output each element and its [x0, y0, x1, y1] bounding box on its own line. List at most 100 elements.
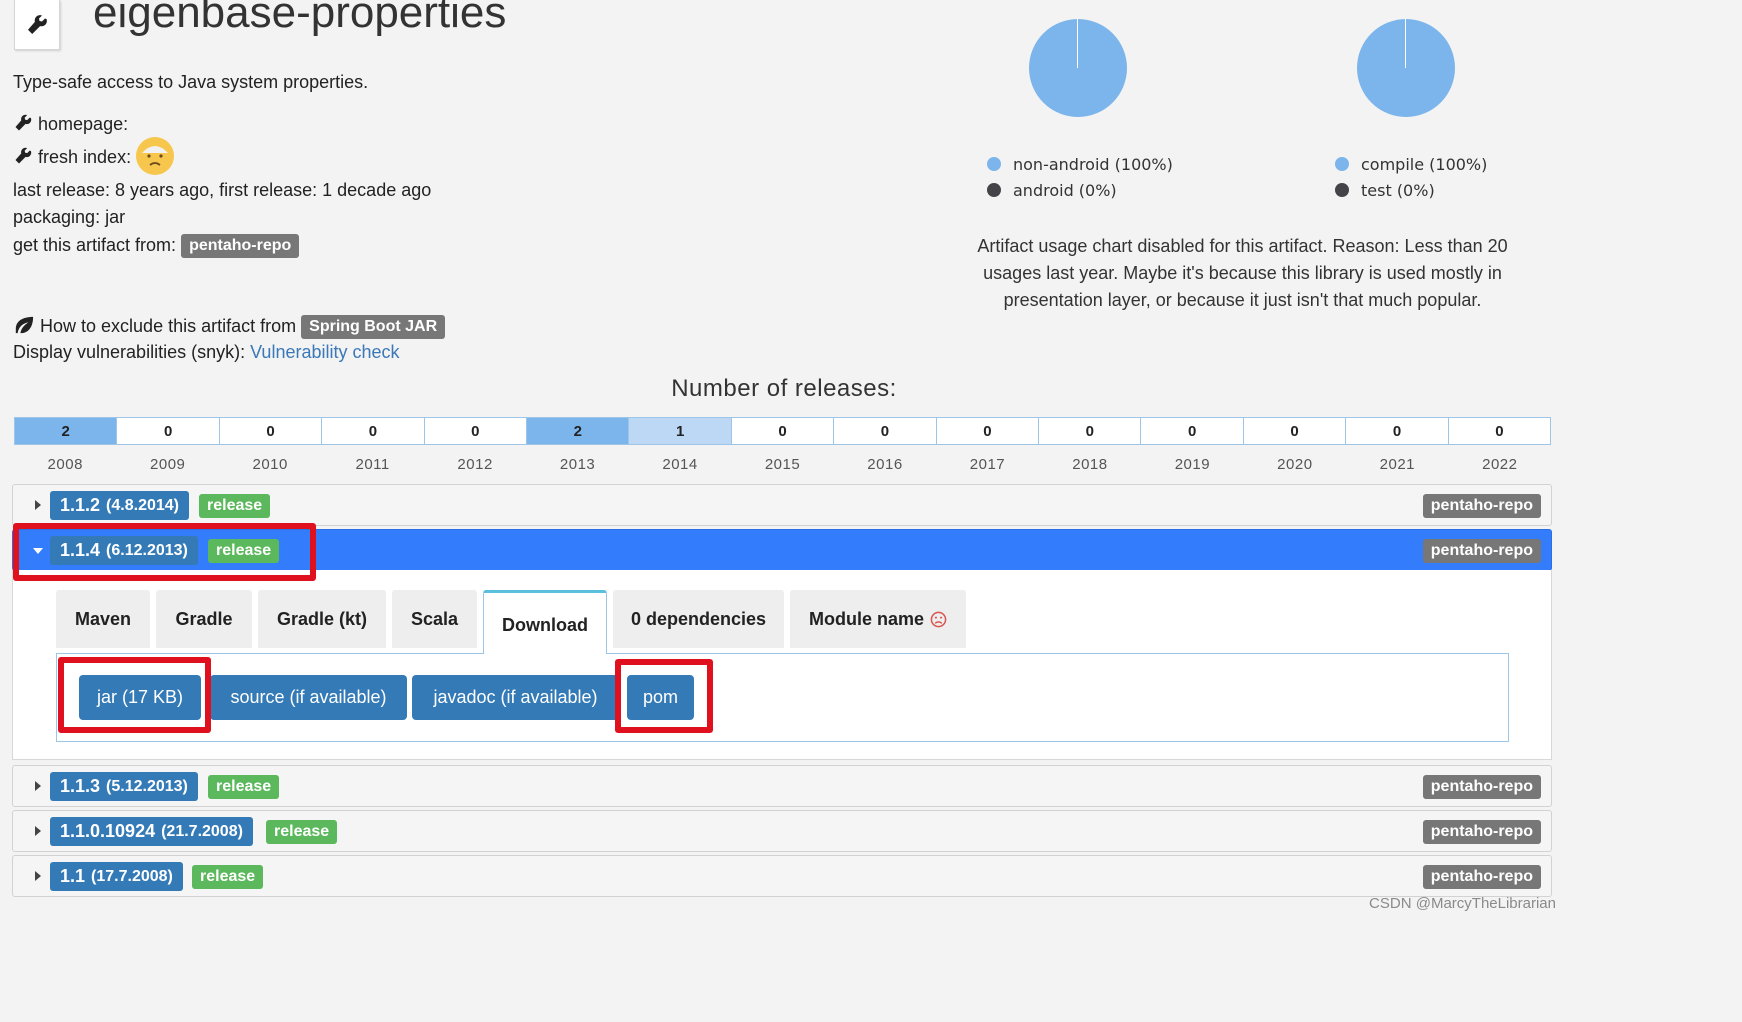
- caret-right-icon[interactable]: [35, 500, 41, 510]
- version-date: (5.12.2013): [106, 777, 188, 795]
- year-tick-label: 2011: [355, 456, 390, 473]
- release-badge: release: [192, 865, 264, 889]
- legend-label: android (0%): [1013, 181, 1117, 200]
- release-badge: release: [199, 494, 271, 518]
- repo-badge[interactable]: pentaho-repo: [1422, 539, 1541, 563]
- year-tick-label: 2010: [252, 456, 288, 473]
- artifact-description: Type-safe access to Java system properti…: [13, 72, 369, 92]
- tab-gradle[interactable]: Gradle: [156, 590, 252, 648]
- caret-right-icon[interactable]: [35, 871, 41, 881]
- version-number: 1.1: [60, 866, 86, 886]
- release-badge: release: [208, 775, 280, 799]
- version-row[interactable]: 1.1.3 (5.12.2013) release pentaho-repo: [12, 765, 1552, 807]
- pie-legend-item[interactable]: compile (100%): [1335, 155, 1487, 174]
- release-count-cell: 0: [1346, 418, 1449, 444]
- year-tick-label: 2008: [47, 456, 83, 473]
- exclude-label: How to exclude this artifact from: [40, 316, 297, 336]
- vulnerability-label: Display vulnerabilities (snyk):: [13, 342, 246, 362]
- year-tick-label: 2015: [764, 456, 801, 473]
- year-tick-label: 2012: [457, 456, 493, 473]
- version-row[interactable]: 1.1.2 (4.8.2014) release pentaho-repo: [12, 484, 1552, 526]
- version-number: 1.1.3: [60, 776, 101, 796]
- version-button[interactable]: 1.1.3 (5.12.2013): [50, 772, 198, 801]
- fresh-index-label: fresh index:: [38, 146, 132, 167]
- version-date: (4.8.2014): [106, 496, 179, 514]
- version-button[interactable]: 1.1.0.10924 (21.7.2008): [50, 817, 253, 846]
- download-source-button[interactable]: source (if available): [210, 675, 407, 720]
- artifact-file-icon: [14, 0, 60, 50]
- wrench-icon: [28, 14, 47, 34]
- usage-chart-note: Artifact usage chart disabled for this a…: [977, 236, 1508, 310]
- legend-dot: [987, 183, 1001, 197]
- release-count-cell: 0: [1039, 418, 1142, 444]
- version-row[interactable]: 1.1.0.10924 (21.7.2008) release pentaho-…: [12, 810, 1552, 852]
- tab-scala[interactable]: Scala: [392, 590, 477, 648]
- highlight-box: [615, 659, 713, 733]
- packaging-text: packaging: jar: [13, 207, 126, 227]
- spring-boot-badge[interactable]: Spring Boot JAR: [301, 315, 446, 340]
- vulnerability-check-link[interactable]: Vulnerability check: [250, 342, 399, 362]
- release-count-cell: 2: [15, 418, 118, 444]
- exclude-row: How to exclude this artifact from Spring…: [13, 315, 446, 340]
- caret-right-icon[interactable]: [35, 826, 41, 836]
- releases-chart-title: Number of releases:: [671, 375, 897, 402]
- repo-badge[interactable]: pentaho-repo: [1422, 775, 1541, 799]
- release-count-cell: 0: [1243, 418, 1347, 444]
- release-count-cell: 0: [1448, 418, 1551, 444]
- pie-legend-item[interactable]: android (0%): [987, 181, 1117, 200]
- year-tick-label: 2019: [1174, 456, 1211, 473]
- repo-badge[interactable]: pentaho-repo: [1422, 865, 1541, 889]
- release-count-cell: 2: [527, 418, 630, 444]
- repo-badge[interactable]: pentaho-repo: [1422, 494, 1541, 518]
- release-count-cell: 0: [1141, 418, 1244, 444]
- release-count-cell: 0: [424, 418, 528, 444]
- tab-dependencies[interactable]: 0 dependencies: [613, 590, 784, 648]
- releases-count-row: 200002100000000: [14, 417, 1551, 445]
- legend-label: compile (100%): [1361, 155, 1488, 174]
- release-count-cell: 0: [936, 418, 1040, 444]
- version-date: (21.7.2008): [161, 822, 243, 840]
- year-tick-label: 2020: [1277, 456, 1313, 473]
- year-tick-label: 2013: [559, 456, 596, 473]
- caret-right-icon[interactable]: [35, 781, 41, 791]
- highlight-box: [13, 523, 316, 581]
- pie-legend-item[interactable]: test (0%): [1335, 181, 1435, 200]
- legend-label: test (0%): [1361, 181, 1435, 200]
- homepage-row: homepage:: [13, 113, 128, 135]
- year-tick-label: 2014: [662, 456, 698, 473]
- page-title: eigenbase-properties: [93, 0, 507, 37]
- tab-module-name[interactable]: Module name: [790, 590, 966, 648]
- tab-download[interactable]: Download: [483, 590, 607, 654]
- version-row[interactable]: 1.1 (17.7.2008) release pentaho-repo: [12, 855, 1552, 897]
- get-artifact-row: get this artifact from: pentaho-repo: [13, 234, 300, 258]
- homepage-label: homepage:: [38, 114, 129, 134]
- download-javadoc-button[interactable]: javadoc (if available): [412, 675, 619, 720]
- legend-label: non-android (100%): [1013, 155, 1173, 174]
- scope-pie-chart: [1357, 19, 1455, 117]
- repo-badge[interactable]: pentaho-repo: [1422, 820, 1541, 844]
- version-button[interactable]: 1.1 (17.7.2008): [50, 862, 183, 891]
- release-badge: release: [266, 820, 338, 844]
- year-tick-label: 2022: [1482, 456, 1518, 473]
- old-man-emoji-icon: [136, 137, 175, 175]
- tab-module-name-label: Module name: [808, 608, 924, 629]
- highlight-box: [58, 657, 211, 733]
- release-count-cell: 0: [219, 418, 323, 444]
- release-count-cell: 0: [322, 418, 425, 444]
- year-tick-label: 2018: [1072, 456, 1108, 473]
- legend-dot: [1335, 157, 1349, 171]
- release-count-cell: 1: [629, 418, 732, 444]
- repo-badge[interactable]: pentaho-repo: [181, 234, 300, 258]
- version-number: 1.1.0.10924: [60, 821, 156, 841]
- version-button[interactable]: 1.1.2 (4.8.2014): [50, 491, 189, 520]
- release-count-cell: 0: [117, 418, 220, 444]
- pie-legend-item[interactable]: non-android (100%): [987, 155, 1173, 174]
- legend-dot: [987, 157, 1001, 171]
- android-pie-chart: [1029, 19, 1127, 117]
- tab-maven[interactable]: Maven: [56, 590, 150, 648]
- release-count-cell: 0: [834, 418, 937, 444]
- tab-gradle-kt[interactable]: Gradle (kt): [258, 590, 386, 648]
- version-date: (17.7.2008): [91, 867, 173, 885]
- sad-face-icon: [930, 611, 947, 627]
- last-release-text: last release: 8 years ago, first release…: [13, 180, 432, 200]
